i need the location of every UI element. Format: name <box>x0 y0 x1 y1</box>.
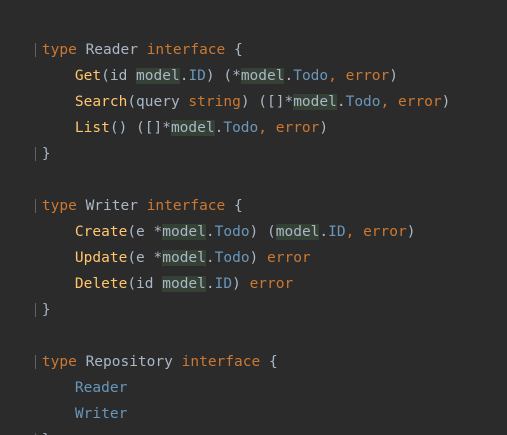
code-line-9: Update(e *model.Todo) error <box>74 250 311 266</box>
code-line-10: Delete(id model.ID) error <box>74 276 294 292</box>
close-brace: } <box>41 302 51 318</box>
type-error: error <box>275 120 320 136</box>
type-id: ID <box>328 224 346 240</box>
code-line-16: } <box>0 401 51 435</box>
code-editor[interactable]: type Reader interface { Get(id model.ID)… <box>0 0 507 435</box>
fold-marker-icon[interactable] <box>34 147 42 161</box>
code-line-1: type Reader interface { <box>0 11 243 58</box>
type-error: error <box>249 276 294 292</box>
close-brace: } <box>41 146 51 162</box>
fold-marker-icon[interactable] <box>34 303 42 317</box>
code-line-2: Get(id model.ID) (*model.Todo, error) <box>74 68 398 84</box>
code-line-11: } <box>0 271 51 318</box>
code-line-4: List() ([]*model.Todo, error) <box>74 120 329 136</box>
code-line-5: } <box>0 115 51 162</box>
code-line-8: Create(e *model.Todo) (model.ID, error) <box>74 224 416 240</box>
package-model: model <box>162 276 206 292</box>
code-line-3: Search(query string) ([]*model.Todo, err… <box>74 94 451 110</box>
method-list: List <box>74 120 110 136</box>
embedded-writer: Writer <box>74 406 128 422</box>
type-error: error <box>397 94 442 110</box>
type-error: error <box>363 224 407 240</box>
open-brace: { <box>268 354 278 370</box>
package-model: model <box>170 120 215 136</box>
type-todo: Todo <box>345 94 381 110</box>
code-line-7: type Writer interface { <box>0 167 243 214</box>
code-line-14: Reader <box>0 349 127 396</box>
code-line-15: Writer <box>0 375 127 422</box>
type-todo: Todo <box>223 120 259 136</box>
keyword-interface: interface <box>181 354 261 370</box>
method-delete: Delete <box>74 276 128 292</box>
type-id: ID <box>214 276 233 292</box>
code-line-13: type Repository interface { <box>0 323 278 370</box>
